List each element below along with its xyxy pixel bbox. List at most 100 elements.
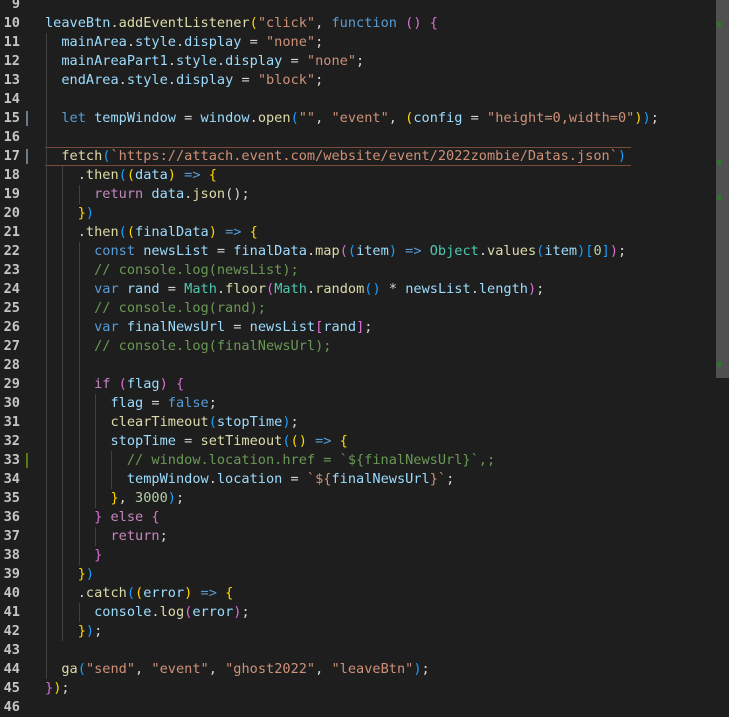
code-token: =: [225, 319, 250, 335]
code-text[interactable]: stopTime = setTimeout(() => {: [45, 432, 347, 451]
code-line[interactable]: 22 const newsList = finalData.map((item)…: [0, 242, 714, 261]
code-text[interactable]: endArea.style.display = "block";: [45, 71, 323, 90]
indent-guide: [78, 603, 80, 622]
code-text[interactable]: fetch(`https://attach.event.com/website/…: [45, 147, 626, 166]
code-line[interactable]: 20 }): [0, 204, 714, 223]
code-text[interactable]: return;: [45, 527, 167, 546]
code-text[interactable]: .catch((error) => {: [45, 584, 234, 603]
code-text[interactable]: leaveBtn.addEventListener("click", funct…: [45, 14, 438, 33]
code-line[interactable]: 40 .catch((error) => {: [0, 584, 714, 603]
code-token: }`: [429, 471, 447, 487]
code-text[interactable]: mainArea.style.display = "none";: [45, 33, 323, 52]
gutter-modified-marker[interactable]: [26, 111, 28, 126]
code-token: "click": [257, 15, 316, 31]
code-token: finalNewsUrl: [331, 471, 430, 487]
code-line[interactable]: 15 let tempWindow = window.open("", "eve…: [0, 109, 714, 128]
line-number: 19: [3, 186, 20, 202]
code-text[interactable]: });: [45, 679, 70, 698]
code-line[interactable]: 44 ga("send", "event", "ghost2022", "lea…: [0, 660, 714, 679]
code-text[interactable]: clearTimeout(stopTime);: [45, 413, 298, 432]
code-line[interactable]: 30 flag = false;: [0, 394, 714, 413]
code-text[interactable]: return data.json();: [45, 185, 250, 204]
code-line[interactable]: 9: [0, 0, 714, 14]
code-text[interactable]: var rand = Math.floor(Math.random() * ne…: [45, 280, 544, 299]
code-line[interactable]: 19 return data.json();: [0, 185, 714, 204]
code-token: // console.log(newsList);: [45, 262, 299, 278]
code-line[interactable]: 35 }, 3000);: [0, 489, 714, 508]
code-line[interactable]: 27 // console.log(finalNewsUrl);: [0, 337, 714, 356]
code-line[interactable]: 11 mainArea.style.display = "none";: [0, 33, 714, 52]
code-line[interactable]: 34 tempWindow.location = `${finalNewsUrl…: [0, 470, 714, 489]
code-line[interactable]: 23 // console.log(newsList);: [0, 261, 714, 280]
code-text[interactable]: }: [45, 546, 102, 565]
code-line[interactable]: 24 var rand = Math.floor(Math.random() *…: [0, 280, 714, 299]
code-text[interactable]: // console.log(finalNewsUrl);: [45, 337, 331, 356]
code-line[interactable]: 37 return;: [0, 527, 714, 546]
line-number: 44: [3, 661, 20, 677]
line-number: 21: [3, 224, 20, 240]
code-token: ): [167, 490, 176, 506]
code-line[interactable]: 18 .then((data) => {: [0, 166, 714, 185]
code-text[interactable]: console.log(error);: [45, 603, 250, 622]
code-line[interactable]: 31 clearTimeout(stopTime);: [0, 413, 714, 432]
code-text[interactable]: // window.location.href = `${finalNewsUr…: [45, 451, 495, 470]
code-line[interactable]: 13 endArea.style.display = "block";: [0, 71, 714, 90]
gutter-modified-marker[interactable]: [26, 149, 28, 164]
code-token: random: [315, 281, 365, 297]
code-editor[interactable]: 9 10 leaveBtn.addEventListener("click", fu…: [0, 0, 729, 715]
code-text[interactable]: .then((finalData) => {: [45, 223, 258, 242]
code-line[interactable]: 32 stopTime = setTimeout(() => {: [0, 432, 714, 451]
code-text[interactable]: }): [45, 565, 94, 584]
vertical-scrollbar[interactable]: [714, 0, 729, 713]
code-line[interactable]: 12 mainAreaPart1.style.display = "none";: [0, 52, 714, 71]
code-line[interactable]: 21 .then((finalData) => {: [0, 223, 714, 242]
line-number: 12: [3, 53, 20, 69]
code-token: style: [175, 53, 217, 69]
code-line[interactable]: 26 var finalNewsUrl = newsList[rand];: [0, 318, 714, 337]
code-line[interactable]: 39 }): [0, 565, 714, 584]
code-line[interactable]: 38 }: [0, 546, 714, 565]
code-text[interactable]: if (flag) {: [45, 375, 184, 394]
code-text[interactable]: const newsList = finalData.map((item) =>…: [45, 242, 626, 261]
code-line[interactable]: 45});: [0, 679, 714, 698]
code-token: (: [135, 585, 144, 601]
code-line[interactable]: 42 });: [0, 622, 714, 641]
code-line[interactable]: 25 // console.log(rand);: [0, 299, 714, 318]
code-token: // window.location.href = `${finalNewsUr…: [45, 452, 496, 468]
code-line[interactable]: 41 console.log(error);: [0, 603, 714, 622]
code-text[interactable]: // console.log(newsList);: [45, 261, 299, 280]
code-line[interactable]: 28: [0, 356, 714, 375]
code-line[interactable]: 14: [0, 90, 714, 109]
code-line-current[interactable]: 17 fetch(`https://attach.event.com/websi…: [0, 147, 714, 166]
code-lines[interactable]: 9 10 leaveBtn.addEventListener("click", fu…: [0, 0, 714, 717]
code-line[interactable]: 10 leaveBtn.addEventListener("click", fun…: [0, 14, 714, 33]
code-token: "leaveBtn": [331, 661, 414, 677]
code-text[interactable]: }): [45, 204, 94, 223]
code-text[interactable]: });: [45, 622, 103, 641]
code-text[interactable]: mainAreaPart1.style.display = "none";: [45, 52, 364, 71]
code-line[interactable]: 43: [0, 641, 714, 660]
code-text[interactable]: ga("send", "event", "ghost2022", "leaveB…: [45, 660, 429, 679]
code-token: Math: [274, 281, 307, 297]
code-token: fetch: [45, 148, 103, 164]
code-token: =: [462, 110, 488, 126]
code-line[interactable]: 29 if (flag) {: [0, 375, 714, 394]
code-text[interactable]: var finalNewsUrl = newsList[rand];: [45, 318, 372, 337]
code-text[interactable]: .then((data) => {: [45, 166, 217, 185]
gutter-added-marker[interactable]: [26, 453, 28, 468]
code-line[interactable]: 46: [0, 698, 714, 717]
code-line[interactable]: 33 // window.location.href = `${finalNew…: [0, 451, 714, 470]
code-token: .: [151, 604, 160, 620]
line-number: 30: [3, 395, 20, 411]
code-text[interactable]: let tempWindow = window.open("", "event"…: [45, 109, 659, 128]
code-text[interactable]: tempWindow.location = `${finalNewsUrl}`;: [45, 470, 454, 489]
code-token: ,: [315, 661, 332, 677]
code-token: .: [175, 34, 185, 50]
code-line[interactable]: 36 } else {: [0, 508, 714, 527]
code-text[interactable]: flag = false;: [45, 394, 216, 413]
code-line[interactable]: 16: [0, 128, 714, 147]
scrollbar-thumb[interactable]: [716, 0, 729, 378]
code-text[interactable]: }, 3000);: [45, 489, 184, 508]
line-number: 11: [3, 34, 20, 50]
